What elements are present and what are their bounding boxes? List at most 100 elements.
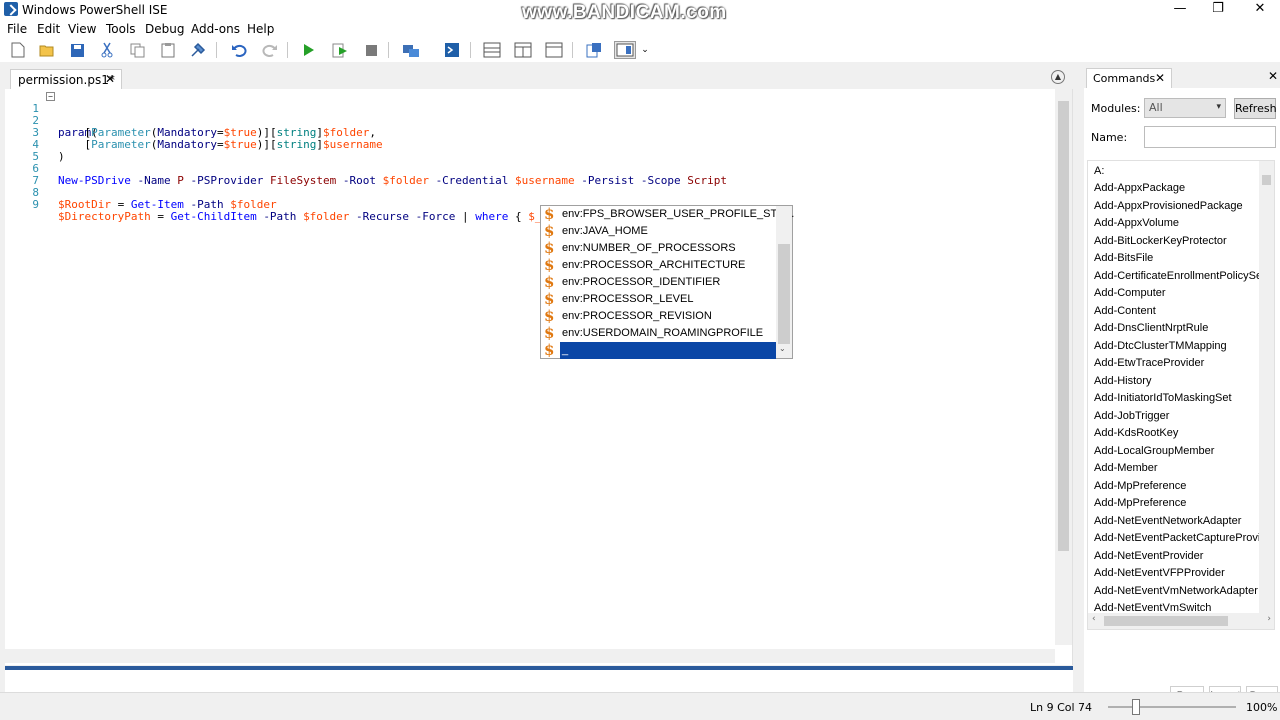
editor-horizontal-scrollbar[interactable] [5,649,1055,663]
console-icon[interactable] [443,41,461,59]
show-commands-icon[interactable] [585,41,603,59]
variable-icon: $ [544,256,555,274]
stop-icon[interactable] [362,41,380,59]
name-filter-input[interactable] [1144,126,1276,148]
list-item[interactable]: Add-DtcClusterTMMapping [1094,338,1227,355]
addon-toggle-icon[interactable] [614,41,636,59]
list-item[interactable]: A: [1094,163,1104,180]
console-pane[interactable] [5,670,1073,692]
script-pane-top-icon[interactable] [483,41,501,59]
menu-addons[interactable]: Add-ons [191,22,240,36]
menu-edit[interactable]: Edit [37,22,60,36]
list-item[interactable]: Add-InitiatorIdToMaskingSet [1094,390,1232,407]
undo-icon[interactable] [230,41,248,59]
powershell-icon [4,2,18,16]
modules-label: Modules: [1091,102,1141,115]
intellisense-item[interactable]: $ env:USERDOMAIN_ROAMINGPROFILE [541,325,777,342]
list-item[interactable]: Add-NetEventVFPProvider [1094,565,1225,582]
zoom-slider-track[interactable] [1108,706,1236,708]
commands-tab-close-icon[interactable]: ✕ [1155,71,1165,85]
close-commands-panel-icon[interactable]: ✕ [1268,69,1278,83]
modules-dropdown[interactable]: All ▾ [1144,98,1226,118]
fold-toggle-icon[interactable]: − [46,92,55,101]
editor-vertical-scrollbar[interactable] [1055,89,1072,645]
list-item[interactable]: Add-AppxPackage [1094,180,1185,197]
zoom-slider-thumb[interactable] [1132,699,1140,715]
close-button[interactable]: ✕ [1240,0,1280,20]
intellisense-item[interactable]: $ env:JAVA_HOME [541,223,777,240]
cut-icon[interactable] [98,41,116,59]
collapse-script-pane-icon[interactable]: ▲ [1051,70,1065,84]
scroll-down-icon[interactable]: ⌄ [779,344,786,353]
intellisense-popup: $ env:FPS_BROWSER_USER_PROFILE_STR... $ … [540,205,794,359]
intellisense-item[interactable]: $ env:FPS_BROWSER_USER_PROFILE_STR... [541,206,794,223]
intellisense-scrollbar[interactable]: ⌄ [776,206,792,358]
list-item[interactable]: Add-MpPreference [1094,478,1186,495]
menu-debug[interactable]: Debug [145,22,184,36]
list-item[interactable]: Add-LocalGroupMember [1094,443,1214,460]
list-item[interactable]: Add-Member [1094,460,1158,477]
list-item[interactable]: Add-History [1094,373,1151,390]
run-selection-icon[interactable] [331,41,349,59]
menu-tools[interactable]: Tools [106,22,136,36]
list-item[interactable]: Add-BitLockerKeyProtector [1094,233,1227,250]
paste-icon[interactable] [159,41,177,59]
intellisense-item[interactable]: $ env:PROCESSOR_REVISION [541,308,777,325]
chevron-down-icon: ▾ [1216,102,1221,112]
scroll-right-icon[interactable]: › [1267,614,1271,624]
cursor-position: Ln 9 Col 74 [1030,701,1093,714]
list-item[interactable]: Add-NetEventVmNetworkAdapter [1094,583,1258,600]
intellisense-item[interactable]: $ env:PROCESSOR_ARCHITECTURE [541,257,777,274]
list-item[interactable]: Add-NetEventPacketCaptureProvide [1094,530,1273,547]
list-item[interactable]: Add-AppxProvisionedPackage [1094,198,1243,215]
clear-icon[interactable] [189,41,207,59]
code-line: 3 [Parameter(Mandatory=$true)][string]$u… [5,115,1055,151]
list-item[interactable]: Add-NetEventNetworkAdapter [1094,513,1241,530]
list-item[interactable]: Add-EtwTraceProvider [1094,355,1204,372]
variable-icon: $ [544,290,555,308]
intellisense-item[interactable]: $ env:PROCESSOR_IDENTIFIER [541,274,777,291]
tab-close-icon[interactable]: ✕ [105,72,115,86]
tab-permission-ps1[interactable]: permission.ps1* ✕ [10,69,122,89]
commands-vertical-scrollbar[interactable] [1259,161,1274,615]
new-icon[interactable] [9,41,27,59]
copy-icon[interactable] [128,41,146,59]
open-icon[interactable] [38,41,56,59]
run-icon[interactable] [300,41,318,59]
list-item[interactable]: Add-Content [1094,303,1156,320]
remote-icon[interactable] [402,41,420,59]
tab-commands[interactable]: Commands ✕ [1086,68,1172,88]
save-icon[interactable] [68,41,86,59]
refresh-button[interactable]: Refresh [1234,98,1277,119]
toolbar-overflow-icon[interactable]: ⌄ [640,41,650,59]
commands-horizontal-scrollbar[interactable]: ‹ › [1088,613,1274,629]
list-item[interactable]: Add-Computer [1094,285,1166,302]
list-item[interactable]: Add-NetEventProvider [1094,548,1203,565]
scroll-left-icon[interactable]: ‹ [1092,614,1096,624]
list-item[interactable]: Add-KdsRootKey [1094,425,1178,442]
list-item[interactable]: Add-AppxVolume [1094,215,1179,232]
code-editor[interactable]: 1 − param( 2 [Parameter(Mandatory=$true)… [5,89,1055,645]
minimize-button[interactable]: — [1160,0,1200,20]
menu-view[interactable]: View [68,22,96,36]
script-pane-right-icon[interactable] [514,41,532,59]
list-item[interactable]: Add-CertificateEnrollmentPolicyServ [1094,268,1271,285]
intellisense-item-selected[interactable]: _ [560,342,776,359]
intellisense-item[interactable]: $ env:PROCESSOR_LEVEL [541,291,777,308]
code-line: 1 − param( [5,91,1055,139]
window-title: Windows PowerShell ISE [22,3,168,17]
list-item[interactable]: Add-MpPreference [1094,495,1186,512]
commands-list[interactable]: A: Add-AppxPackage Add-AppxProvisionedPa… [1087,160,1275,630]
list-item[interactable]: Add-BitsFile [1094,250,1153,267]
menu-bar: File Edit View Tools Debug Add-ons Help [0,20,1280,38]
menu-file[interactable]: File [7,22,27,36]
intellisense-item[interactable]: $ env:NUMBER_OF_PROCESSORS [541,240,777,257]
redo-icon[interactable] [261,41,279,59]
maximize-button[interactable]: ❐ [1198,0,1238,20]
menu-help[interactable]: Help [247,22,274,36]
code-line: 6 New-PSDrive -Name P -PSProvider FileSy… [5,151,1055,187]
list-item[interactable]: Add-JobTrigger [1094,408,1169,425]
list-item[interactable]: Add-DnsClientNrptRule [1094,320,1208,337]
script-pane-max-icon[interactable] [545,41,563,59]
code-line: 2 [Parameter(Mandatory=$true)][string]$f… [5,103,1055,139]
